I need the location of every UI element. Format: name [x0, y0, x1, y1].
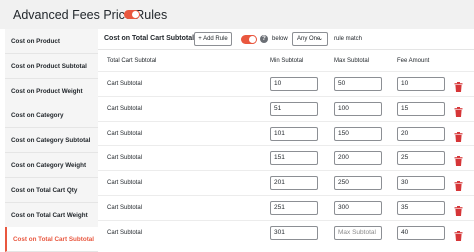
section-title: Cost on Total Cart Subtotal — [104, 35, 195, 42]
fee-amount-field[interactable]: 40 — [397, 225, 445, 240]
sidebar-item[interactable]: Cost on Category — [5, 103, 98, 129]
row-label: Cart Subtotal — [107, 155, 143, 162]
row-label: Cart Subtotal — [107, 81, 143, 87]
fee-amount-field[interactable]: 10 — [397, 77, 445, 91]
min-subtotal-field[interactable]: 201 — [270, 176, 318, 191]
max-subtotal-field[interactable]: Max Subtotal — [334, 225, 382, 240]
sidebar-item[interactable]: Cost on Total Cart Weight — [5, 202, 98, 228]
rule-match-value: Any One — [297, 36, 321, 42]
trash-icon[interactable] — [454, 153, 463, 167]
fee-amount-field[interactable]: 20 — [397, 126, 445, 141]
max-subtotal-field[interactable]: 250 — [334, 176, 382, 191]
chevron-down-icon: ⌄ — [317, 36, 323, 42]
row-label: Cart Subtotal — [107, 130, 143, 137]
section-enable-toggle[interactable] — [241, 35, 257, 44]
column-header-min: Min Subtotal — [270, 58, 304, 64]
below-label: below — [272, 36, 288, 42]
trash-icon[interactable] — [454, 129, 463, 142]
toggle-knob — [132, 11, 139, 18]
table-row: Cart Subtotal 301 Max Subtotal 40 — [98, 219, 474, 245]
page-header: Advanced Fees Price Rules — [0, 0, 474, 29]
min-subtotal-field[interactable]: 251 — [270, 201, 318, 215]
table-row: Cart Subtotal 251 300 35 — [98, 195, 474, 220]
row-label: Cart Subtotal — [107, 180, 143, 187]
min-subtotal-field[interactable]: 10 — [270, 77, 318, 91]
max-subtotal-field[interactable]: 300 — [334, 201, 382, 215]
min-subtotal-field[interactable]: 301 — [270, 225, 318, 240]
table-row: Cart Subtotal 151 200 25 — [98, 145, 474, 170]
row-label: Cart Subtotal — [107, 229, 143, 236]
rule-toolbar: Cost on Total Cart Subtotal + Add Rule ?… — [98, 29, 474, 50]
row-label: Cart Subtotal — [107, 105, 143, 112]
rule-panel: Cost on Total Cart Subtotal + Add Rule ?… — [98, 29, 474, 252]
fee-amount-field[interactable]: 30 — [397, 176, 445, 191]
sidebar-item[interactable]: Cost on Product Subtotal — [5, 53, 98, 79]
add-rule-button[interactable]: + Add Rule — [194, 32, 232, 46]
help-icon[interactable]: ? — [260, 35, 268, 43]
column-header-fee: Fee Amount — [397, 58, 430, 64]
sidebar-item[interactable]: Cost on Product — [5, 29, 98, 54]
sidebar-item[interactable]: Cost on Product Weight — [5, 78, 98, 104]
table-row: Cart Subtotal 101 150 20 — [98, 120, 474, 146]
fee-amount-field[interactable]: 35 — [397, 201, 445, 215]
trash-icon[interactable] — [454, 203, 463, 216]
trash-icon[interactable] — [454, 104, 463, 117]
column-header-max: Max Subtotal — [334, 58, 370, 64]
sidebar-item[interactable]: Cost on Category Weight — [5, 153, 98, 178]
row-label: Cart Subtotal — [107, 205, 143, 211]
max-subtotal-field[interactable]: 200 — [334, 151, 382, 166]
min-subtotal-field[interactable]: 51 — [270, 101, 318, 116]
rule-match-label: rule match — [334, 36, 363, 42]
table-row: Cart Subtotal 201 250 30 — [98, 170, 474, 195]
max-subtotal-field[interactable]: 50 — [334, 77, 382, 91]
table-row: Cart Subtotal 51 100 15 — [98, 95, 474, 121]
page-title: Advanced Fees Price Rules — [13, 8, 168, 22]
column-header-name: Total Cart Subtotal — [107, 58, 157, 64]
sidebar: Cost on Product Cost on Product Subtotal C… — [5, 29, 98, 252]
enable-toggle[interactable] — [124, 10, 140, 19]
max-subtotal-field[interactable]: 150 — [334, 126, 382, 141]
min-subtotal-field[interactable]: 151 — [270, 151, 318, 166]
trash-icon[interactable] — [454, 79, 463, 92]
sidebar-item[interactable]: Cost on Category Subtotal — [5, 128, 98, 154]
max-subtotal-field[interactable]: 100 — [334, 101, 382, 116]
fee-amount-field[interactable]: 25 — [397, 151, 445, 166]
min-subtotal-field[interactable]: 101 — [270, 126, 318, 141]
rule-match-select[interactable]: Any One ⌄ — [292, 32, 328, 46]
fee-amount-field[interactable]: 15 — [397, 101, 445, 116]
table-row: Cart Subtotal 10 50 10 — [98, 71, 474, 96]
toggle-knob — [249, 36, 256, 43]
sidebar-item[interactable]: Cost on Total Cart Qty — [5, 177, 98, 203]
sidebar-item[interactable]: Cost on Total Cart Subtotal — [5, 227, 98, 252]
trash-icon[interactable] — [454, 178, 463, 192]
trash-icon[interactable] — [454, 228, 463, 241]
